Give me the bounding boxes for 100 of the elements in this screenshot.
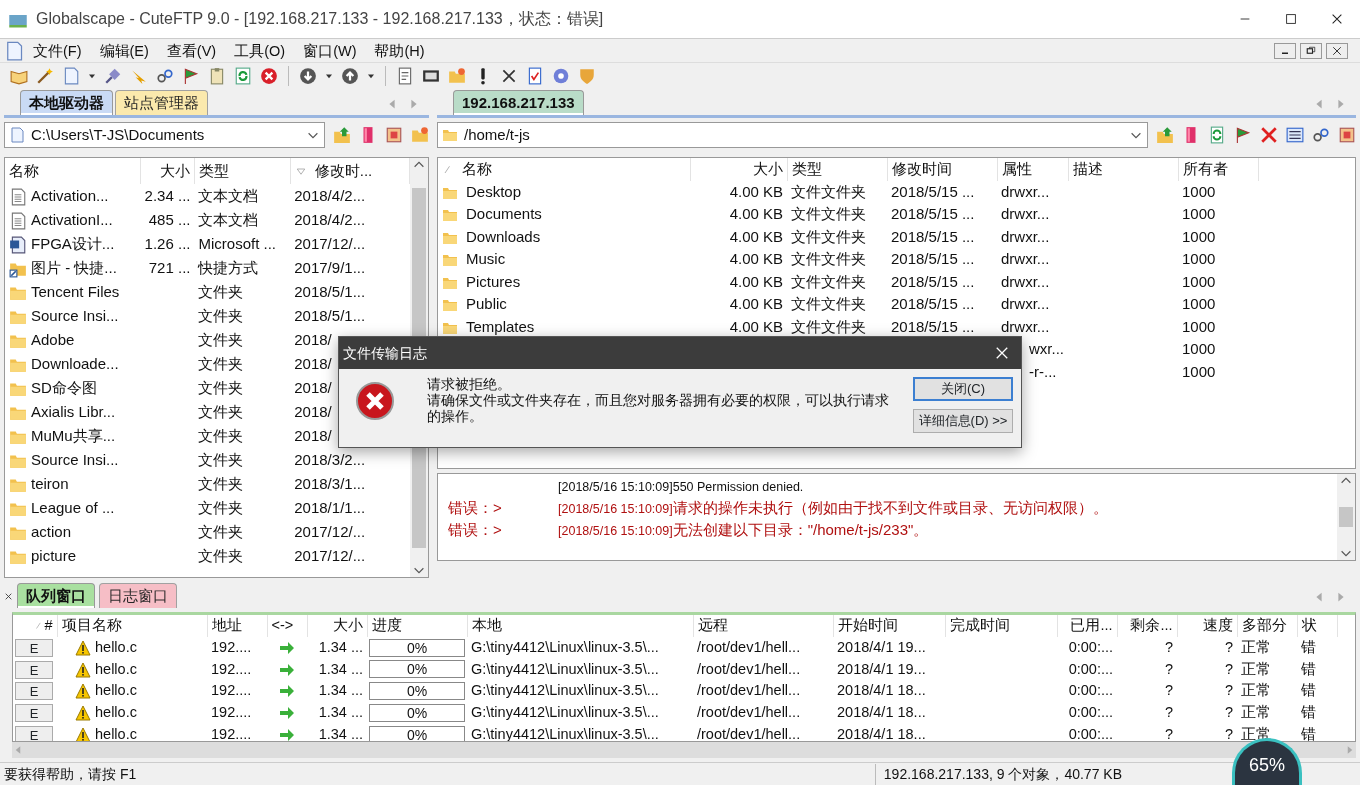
file-type: 文件夹	[197, 497, 245, 518]
start-time: 2018/4/1 18...	[836, 724, 927, 742]
file-date: 2018/5/15 ...	[890, 294, 976, 314]
file-type: 文件文件夹	[790, 316, 867, 337]
file-attributes: wxr...	[1029, 340, 1064, 357]
file-type: 文件夹	[197, 521, 245, 542]
file-date: 2018/4/2...	[294, 210, 366, 228]
file-type: 文件文件夹	[790, 204, 867, 224]
start-time: 2018/4/1 19...	[836, 659, 927, 679]
file-size: 4.00 KB	[728, 316, 784, 337]
multipart-status: 正常	[1240, 659, 1272, 679]
file-type: 文本文档	[194, 184, 291, 208]
file-type: 文件夹	[197, 329, 245, 350]
window-title: Globalscape - CuteFTP 9.0 - [192.168.217.133 - 192.168.217.133，状态：错误]	[36, 9, 605, 29]
log-prefix: 错误：>	[447, 497, 503, 518]
file-size: 4.00 KB	[728, 226, 784, 247]
file-date: 2018/5/15 ...	[890, 316, 976, 337]
queue-address: 192....	[210, 703, 253, 722]
file-type: 文件夹	[197, 545, 245, 566]
remaining-time: ?	[1163, 659, 1174, 679]
file-attributes: -r-...	[1029, 362, 1057, 380]
elapsed-time: 0:00:...	[1067, 681, 1114, 701]
speed: ?	[1223, 659, 1234, 679]
file-owner: 1000	[1181, 294, 1217, 314]
multipart-status: 正常	[1240, 681, 1272, 701]
file-size: 1.26 ...	[143, 233, 192, 254]
progress-text: 0%	[406, 683, 428, 700]
file-owner: 1000	[1181, 271, 1217, 292]
file-attributes: drwxr...	[1001, 205, 1050, 222]
file-date: 2017/9/1...	[294, 258, 366, 276]
multipart-status: 正常	[1240, 724, 1272, 742]
path-text: C:\Users\T-JS\Documents	[31, 124, 206, 145]
queue-status: 错	[1300, 724, 1317, 742]
dialog-message: 请确保文件或文件夹存在，而且您对服务器拥有必要的权限，可以执行请求的操作。	[427, 393, 890, 425]
remote-path: /root/dev1/hell...	[693, 636, 833, 659]
speed: ?	[1177, 636, 1237, 659]
file-date: 2018/4/2...	[294, 186, 366, 204]
log-time: [2018/5/16 15:10:09]	[558, 501, 673, 518]
file-owner: 1000	[1181, 204, 1217, 224]
queue-status: 错	[1300, 659, 1317, 679]
file-date: 2018/	[294, 354, 332, 372]
remote-path: /root/dev1/hell...	[696, 681, 802, 701]
local-path: G:\tiny4412\Linux\linux-3.5\...	[470, 703, 660, 722]
file-type: 文件文件夹	[790, 226, 867, 247]
file-attributes: drwxr...	[1001, 317, 1050, 335]
multipart-status: 正常	[1237, 636, 1297, 659]
file-type: 文件夹	[197, 449, 245, 470]
file-size: 4.00 KB	[690, 180, 787, 203]
file-size: 4.00 KB	[728, 271, 784, 292]
log-message: 请求的操作未执行（例如由于找不到文件或目录、无访问权限）。	[672, 497, 1108, 518]
remaining-time: ?	[1163, 703, 1174, 722]
file-type: 文本文档	[197, 209, 260, 230]
file-size: 4.00 KB	[728, 249, 784, 269]
file-owner: 1000	[1181, 316, 1217, 337]
remote-path: /root/dev1/hell...	[696, 703, 802, 722]
start-time: 2018/4/1 19...	[833, 636, 945, 659]
queue-address: 192....	[210, 659, 253, 679]
file-type: 文件夹	[197, 305, 245, 326]
queue-size: 1.34 ...	[317, 659, 364, 679]
queue-size: 1.34 ...	[317, 681, 364, 701]
file-date: 2018/	[294, 330, 332, 348]
dialog-message: 请求被拒绝。	[427, 377, 512, 393]
file-type: 文件夹	[197, 281, 245, 302]
queue-address: 192....	[210, 724, 253, 742]
remote-path: /root/dev1/hell...	[696, 659, 802, 679]
file-size: 4.00 KB	[728, 204, 784, 224]
status-help: 要获得帮助，请按 F1	[3, 764, 138, 784]
file-date: 2018/3/2...	[294, 450, 366, 468]
file-type: 文件夹	[197, 377, 245, 398]
file-type: 文件夹	[197, 473, 245, 494]
progress-text: 0%	[406, 661, 428, 678]
start-time: 2018/4/1 18...	[836, 681, 927, 701]
file-owner: 1000	[1181, 226, 1217, 247]
queue-size: 1.34 ...	[317, 724, 364, 742]
file-date: 2018/5/15 ...	[887, 180, 997, 203]
file-date: 2018/5/15 ...	[890, 249, 976, 269]
multipart-status: 正常	[1240, 703, 1272, 722]
file-type: 文件文件夹	[790, 271, 867, 292]
local-path: G:\tiny4412\Linux\linux-3.5\...	[467, 636, 693, 659]
elapsed-time: 0:00:...	[1067, 724, 1114, 742]
file-date: 2018/	[294, 426, 332, 444]
file-date: 2018/	[294, 402, 332, 420]
queue-status: 错	[1300, 703, 1317, 722]
log-time: [2018/5/16 15:10:09]	[558, 479, 673, 496]
file-date: 2018/3/1...	[294, 474, 366, 492]
elapsed-time: 0:00:...	[1057, 636, 1117, 659]
file-attributes: drwxr...	[1001, 250, 1050, 267]
log-message: 无法创建以下目录："/home/t-js/233"。	[672, 520, 929, 541]
file-size: 721 ...	[147, 257, 192, 278]
queue-status: 错	[1300, 681, 1317, 701]
file-date: 2018/5/1...	[294, 306, 366, 324]
elapsed-time: 0:00:...	[1067, 703, 1114, 722]
remaining-time: ?	[1163, 724, 1174, 742]
start-time: 2018/4/1 18...	[836, 703, 927, 722]
file-size: 485 ...	[147, 209, 192, 230]
file-date: 2018/5/15 ...	[890, 226, 976, 247]
file-owner: 1000	[1181, 361, 1217, 382]
queue-address: 192....	[210, 681, 253, 701]
file-date: 2018/1/1...	[294, 498, 366, 516]
file-type: 文件夹	[197, 353, 245, 374]
